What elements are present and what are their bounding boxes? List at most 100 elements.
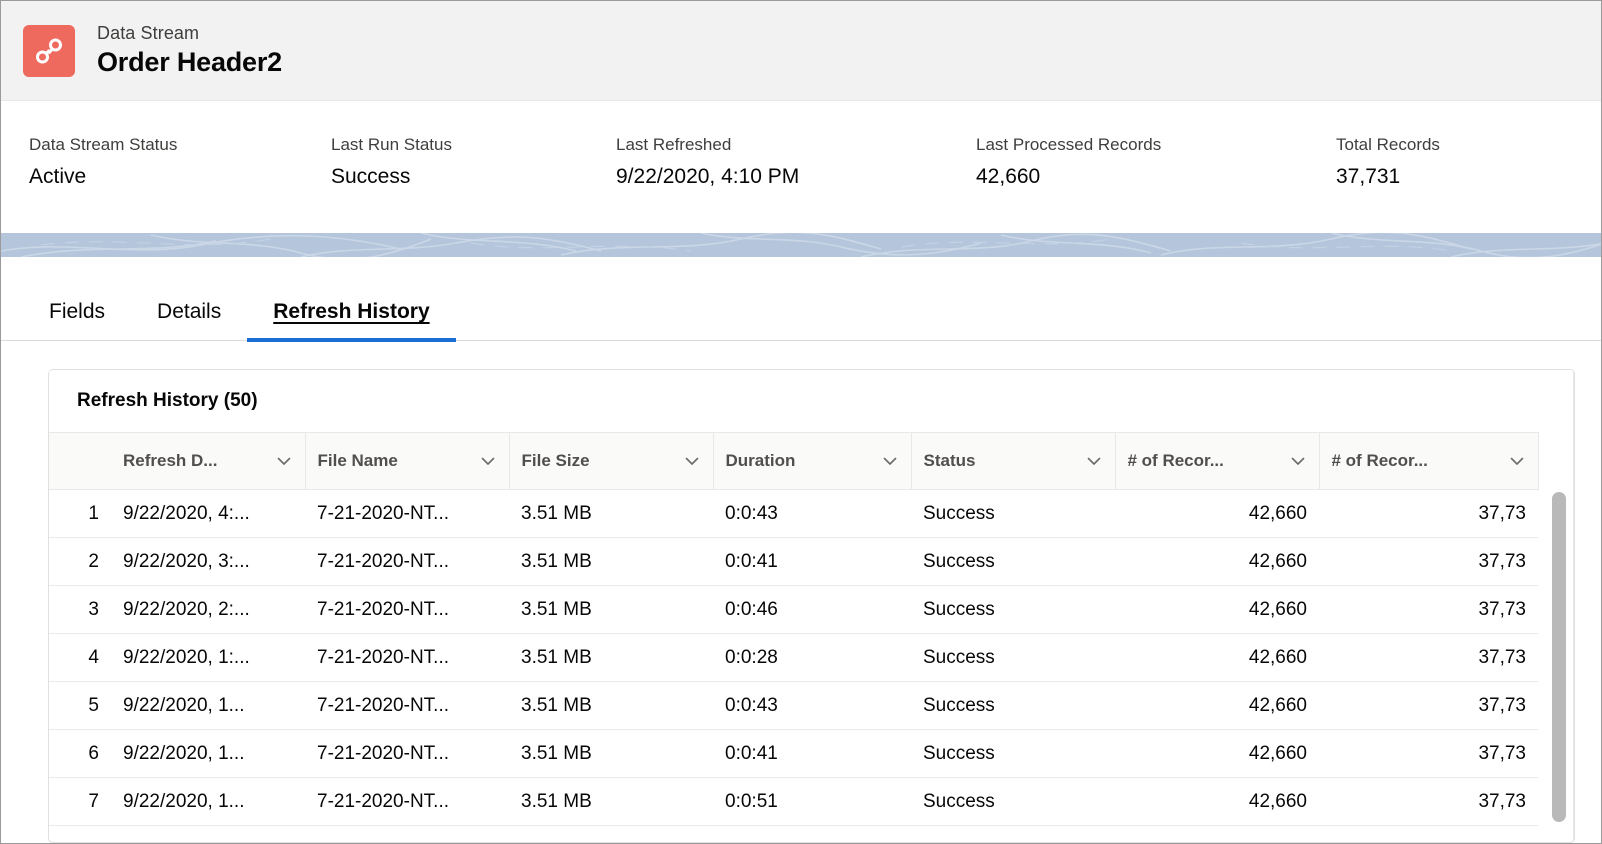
field-label: Last Refreshed [616, 135, 732, 154]
highlight-field-last-run-status: Last Run Status Success [331, 135, 616, 189]
cell-duration: 0:0:43 [713, 489, 911, 538]
chevron-down-icon[interactable] [479, 452, 497, 470]
cell-file-size: 3.51 MB [509, 777, 713, 826]
field-value: Active [29, 165, 87, 188]
chevron-down-icon[interactable] [1085, 452, 1103, 470]
column-label: File Size [521, 451, 590, 470]
cell-file-size: 3.51 MB [509, 633, 713, 682]
cell-records-processed: 42,660 [1115, 537, 1319, 586]
cell-duration: 0:0:51 [713, 777, 911, 826]
row-number: 7 [49, 777, 111, 826]
column-header-row-number [49, 432, 111, 490]
cell-refresh-date: 9/22/2020, 3:... [111, 537, 305, 586]
column-header-status[interactable]: Status [911, 432, 1116, 490]
field-label: Last Run Status [331, 135, 452, 154]
record-header: Data Stream Order Header2 [1, 1, 1601, 101]
cell-file-size: 3.51 MB [509, 681, 713, 730]
cell-records-total: 37,73 [1319, 633, 1538, 682]
field-label: Last Processed Records [976, 135, 1162, 154]
table-row[interactable]: 6 9/22/2020, 1... 7-21-2020-NT... 3.51 M… [49, 729, 1538, 778]
card-title: Refresh History (50) [49, 370, 1574, 432]
row-number: 4 [49, 633, 111, 682]
highlight-field-last-processed-records: Last Processed Records 42,660 [976, 135, 1336, 189]
row-number: 2 [49, 537, 111, 586]
tab-refresh-history[interactable]: Refresh History [247, 300, 457, 342]
cell-file-name: 7-21-2020-NT... [305, 777, 509, 826]
field-value: 37,731 [1336, 165, 1401, 188]
record-page: Data Stream Order Header2 Data Stream St… [0, 0, 1602, 844]
table-row[interactable]: 1 9/22/2020, 4:... 7-21-2020-NT... 3.51 … [49, 489, 1538, 538]
tabset: Fields Details Refresh History [1, 257, 1601, 342]
highlight-field-data-stream-status: Data Stream Status Active [1, 135, 331, 189]
chevron-down-icon[interactable] [1508, 452, 1526, 470]
field-value: 9/22/2020, 4:10 PM [616, 165, 800, 188]
cell-file-size: 3.51 MB [509, 585, 713, 634]
refresh-history-card-wrapper: Refresh History (50) Refresh D... File N… [1, 341, 1601, 843]
data-stream-icon [23, 24, 75, 77]
cell-file-size: 3.51 MB [509, 489, 713, 538]
cell-refresh-date: 9/22/2020, 4:... [111, 489, 305, 538]
chevron-down-icon[interactable] [275, 452, 293, 470]
column-header-refresh-date[interactable]: Refresh D... [111, 432, 306, 490]
cell-records-total: 37,73 [1319, 729, 1538, 778]
scrollbar-thumb[interactable] [1552, 492, 1566, 822]
cell-status: Success [911, 489, 1115, 538]
chevron-down-icon[interactable] [1289, 452, 1307, 470]
column-label: Refresh D... [123, 451, 218, 470]
refresh-history-card: Refresh History (50) Refresh D... File N… [48, 369, 1575, 843]
card-right-divider [1573, 370, 1574, 842]
record-title-block: Data Stream Order Header2 [97, 23, 282, 79]
cell-refresh-date: 9/22/2020, 1... [111, 681, 305, 730]
table-scroll-region: Refresh D... File Name File Size Duratio… [49, 432, 1574, 842]
column-header-records-processed[interactable]: # of Recor... [1115, 432, 1320, 490]
cell-refresh-date: 9/22/2020, 1:... [111, 633, 305, 682]
column-label: File Name [317, 451, 398, 470]
decorative-topo-band [1, 233, 1601, 257]
column-header-file-size[interactable]: File Size [509, 432, 714, 490]
cell-status: Success [911, 777, 1115, 826]
column-label: Status [923, 451, 976, 470]
cell-file-name: 7-21-2020-NT... [305, 729, 509, 778]
table-vertical-scrollbar[interactable] [1552, 490, 1566, 842]
column-header-duration[interactable]: Duration [713, 432, 912, 490]
column-header-file-name[interactable]: File Name [305, 432, 510, 490]
cell-records-total: 37,73 [1319, 489, 1538, 538]
table-row[interactable]: 2 9/22/2020, 3:... 7-21-2020-NT... 3.51 … [49, 537, 1538, 586]
cell-file-name: 7-21-2020-NT... [305, 489, 509, 538]
table-row[interactable]: 5 9/22/2020, 1... 7-21-2020-NT... 3.51 M… [49, 681, 1538, 730]
page-title: Order Header2 [97, 47, 282, 78]
cell-file-name: 7-21-2020-NT... [305, 585, 509, 634]
table-row[interactable]: 3 9/22/2020, 2:... 7-21-2020-NT... 3.51 … [49, 585, 1538, 634]
column-label: # of Recor... [1331, 451, 1428, 470]
row-number: 1 [49, 489, 111, 538]
table-body: 1 9/22/2020, 4:... 7-21-2020-NT... 3.51 … [49, 489, 1538, 826]
tab-list: Fields Details Refresh History [1, 279, 1601, 342]
tab-details[interactable]: Details [131, 300, 247, 340]
column-label: # of Recor... [1127, 451, 1224, 470]
field-value: Success [331, 165, 411, 188]
highlights-panel: Data Stream Status Active Last Run Statu… [1, 101, 1601, 233]
cell-status: Success [911, 633, 1115, 682]
column-header-records-total[interactable]: # of Recor... [1319, 432, 1539, 490]
cell-status: Success [911, 729, 1115, 778]
cell-file-name: 7-21-2020-NT... [305, 537, 509, 586]
cell-records-total: 37,73 [1319, 777, 1538, 826]
refresh-history-table: Refresh D... File Name File Size Duratio… [49, 432, 1539, 826]
row-number: 5 [49, 681, 111, 730]
cell-duration: 0:0:43 [713, 681, 911, 730]
table-row[interactable]: 4 9/22/2020, 1:... 7-21-2020-NT... 3.51 … [49, 633, 1538, 682]
table-row[interactable]: 7 9/22/2020, 1... 7-21-2020-NT... 3.51 M… [49, 777, 1538, 826]
chevron-down-icon[interactable] [683, 452, 701, 470]
highlight-field-total-records: Total Records 37,731 [1336, 135, 1596, 189]
cell-status: Success [911, 585, 1115, 634]
cell-file-size: 3.51 MB [509, 537, 713, 586]
row-number: 6 [49, 729, 111, 778]
chevron-down-icon[interactable] [881, 452, 899, 470]
cell-records-processed: 42,660 [1115, 585, 1319, 634]
tab-fields[interactable]: Fields [23, 300, 131, 340]
cell-refresh-date: 9/22/2020, 2:... [111, 585, 305, 634]
cell-records-total: 37,73 [1319, 537, 1538, 586]
cell-records-processed: 42,660 [1115, 729, 1319, 778]
cell-records-processed: 42,660 [1115, 681, 1319, 730]
cell-file-name: 7-21-2020-NT... [305, 681, 509, 730]
